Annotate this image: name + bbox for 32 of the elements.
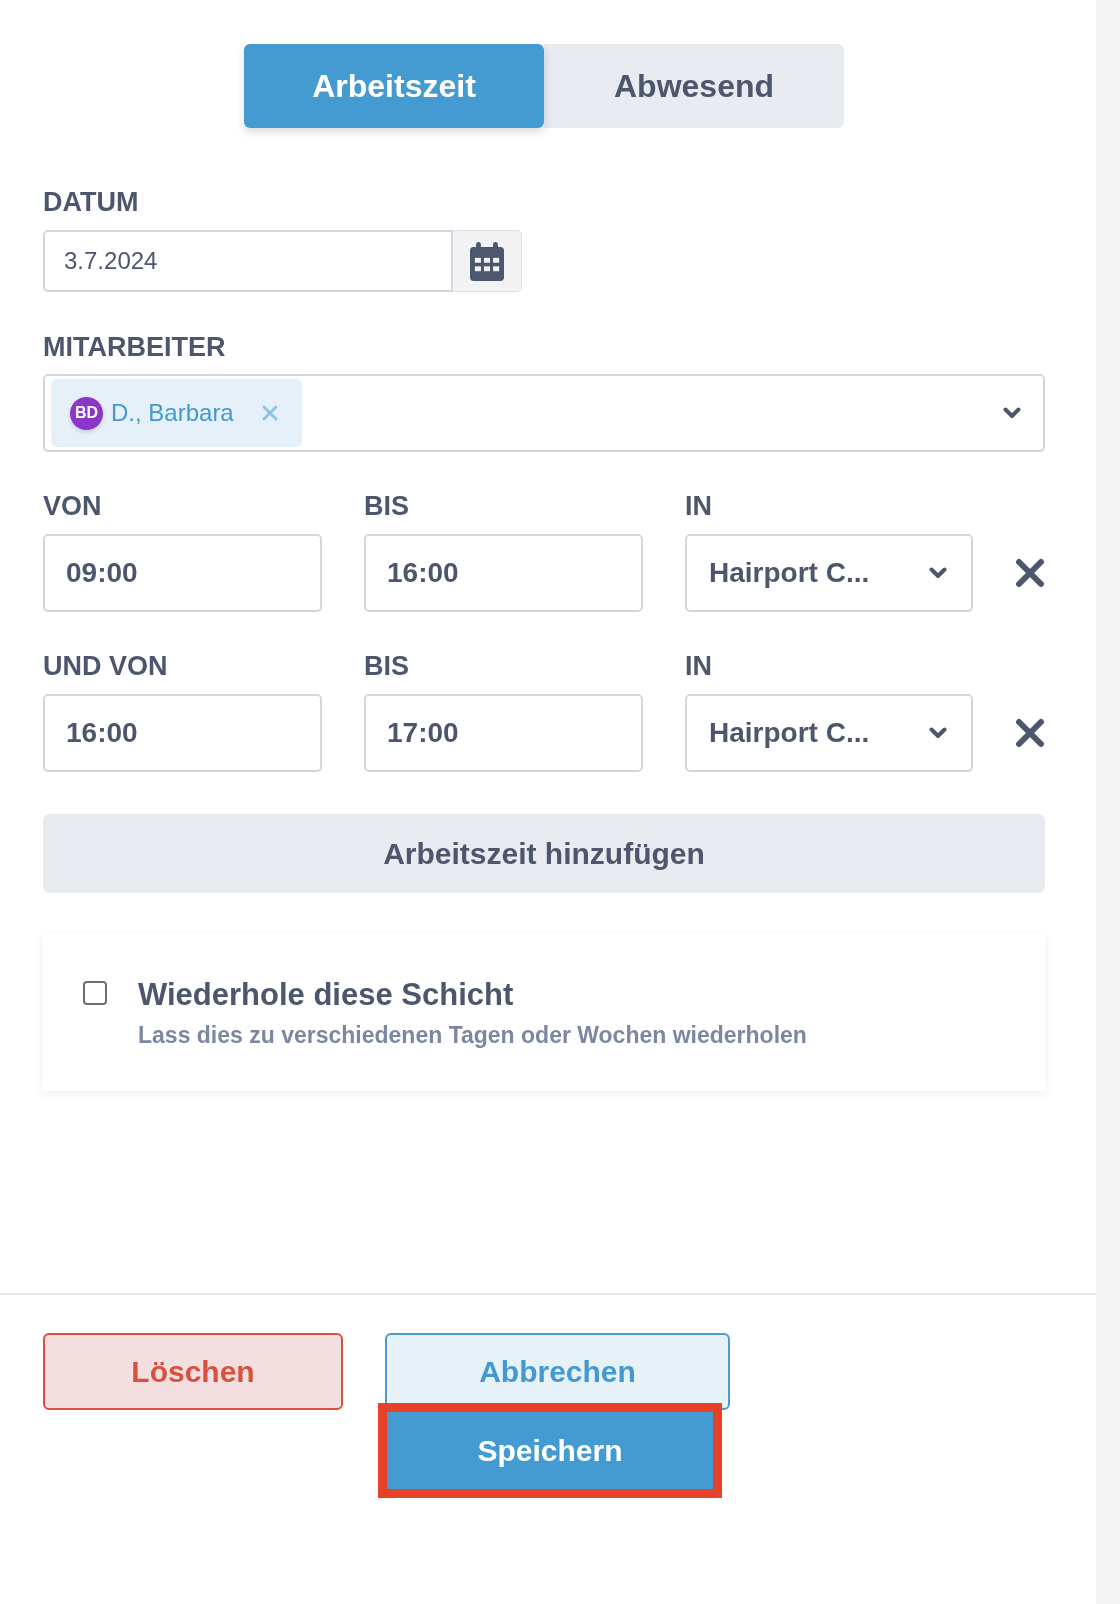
checkbox[interactable] xyxy=(83,981,107,1005)
chevron-down-icon xyxy=(929,727,947,739)
employee-chip[interactable]: BD D., Barbara xyxy=(51,379,302,447)
chevron-down-icon xyxy=(929,567,947,579)
field-label: IN xyxy=(685,490,712,522)
danger-button[interactable]: Löschen xyxy=(43,1333,343,1410)
time-input[interactable]: 09:00 xyxy=(43,534,322,612)
repeat-title: Wiederhole diese Schicht xyxy=(138,976,515,1014)
employee-name: D., Barbara xyxy=(111,399,234,427)
location-select[interactable]: Hairport C... xyxy=(685,534,973,612)
add-worktime-button[interactable]: Arbeitszeit hinzufügen xyxy=(43,814,1045,893)
time-input[interactable]: 17:00 xyxy=(364,694,643,772)
calendar-icon xyxy=(470,241,504,281)
field-label: MITARBEITER xyxy=(43,331,226,363)
employee-select[interactable]: BD D., Barbara xyxy=(43,374,1045,452)
close-icon[interactable] xyxy=(1015,558,1045,588)
date-input[interactable]: 3.7.2024 xyxy=(43,230,453,292)
chevron-down-icon[interactable] xyxy=(1003,407,1021,419)
location-select[interactable]: Hairport C... xyxy=(685,694,973,772)
time-input[interactable]: 16:00 xyxy=(364,534,643,612)
field-label: IN xyxy=(685,650,712,682)
tab[interactable]: Abwesend xyxy=(544,44,844,128)
repeat-description: Lass dies zu verschiedenen Tagen oder Wochen wiederholen xyxy=(138,1021,807,1049)
field-label: BIS xyxy=(364,650,409,682)
avatar: BD xyxy=(70,396,103,430)
field-label: DATUM xyxy=(43,186,139,218)
calendar-button[interactable] xyxy=(453,230,522,292)
field-label: VON xyxy=(43,490,102,522)
close-icon[interactable] xyxy=(1015,718,1045,748)
time-input[interactable]: 16:00 xyxy=(43,694,322,772)
field-label: UND VON xyxy=(43,650,168,682)
field-label: BIS xyxy=(364,490,409,522)
